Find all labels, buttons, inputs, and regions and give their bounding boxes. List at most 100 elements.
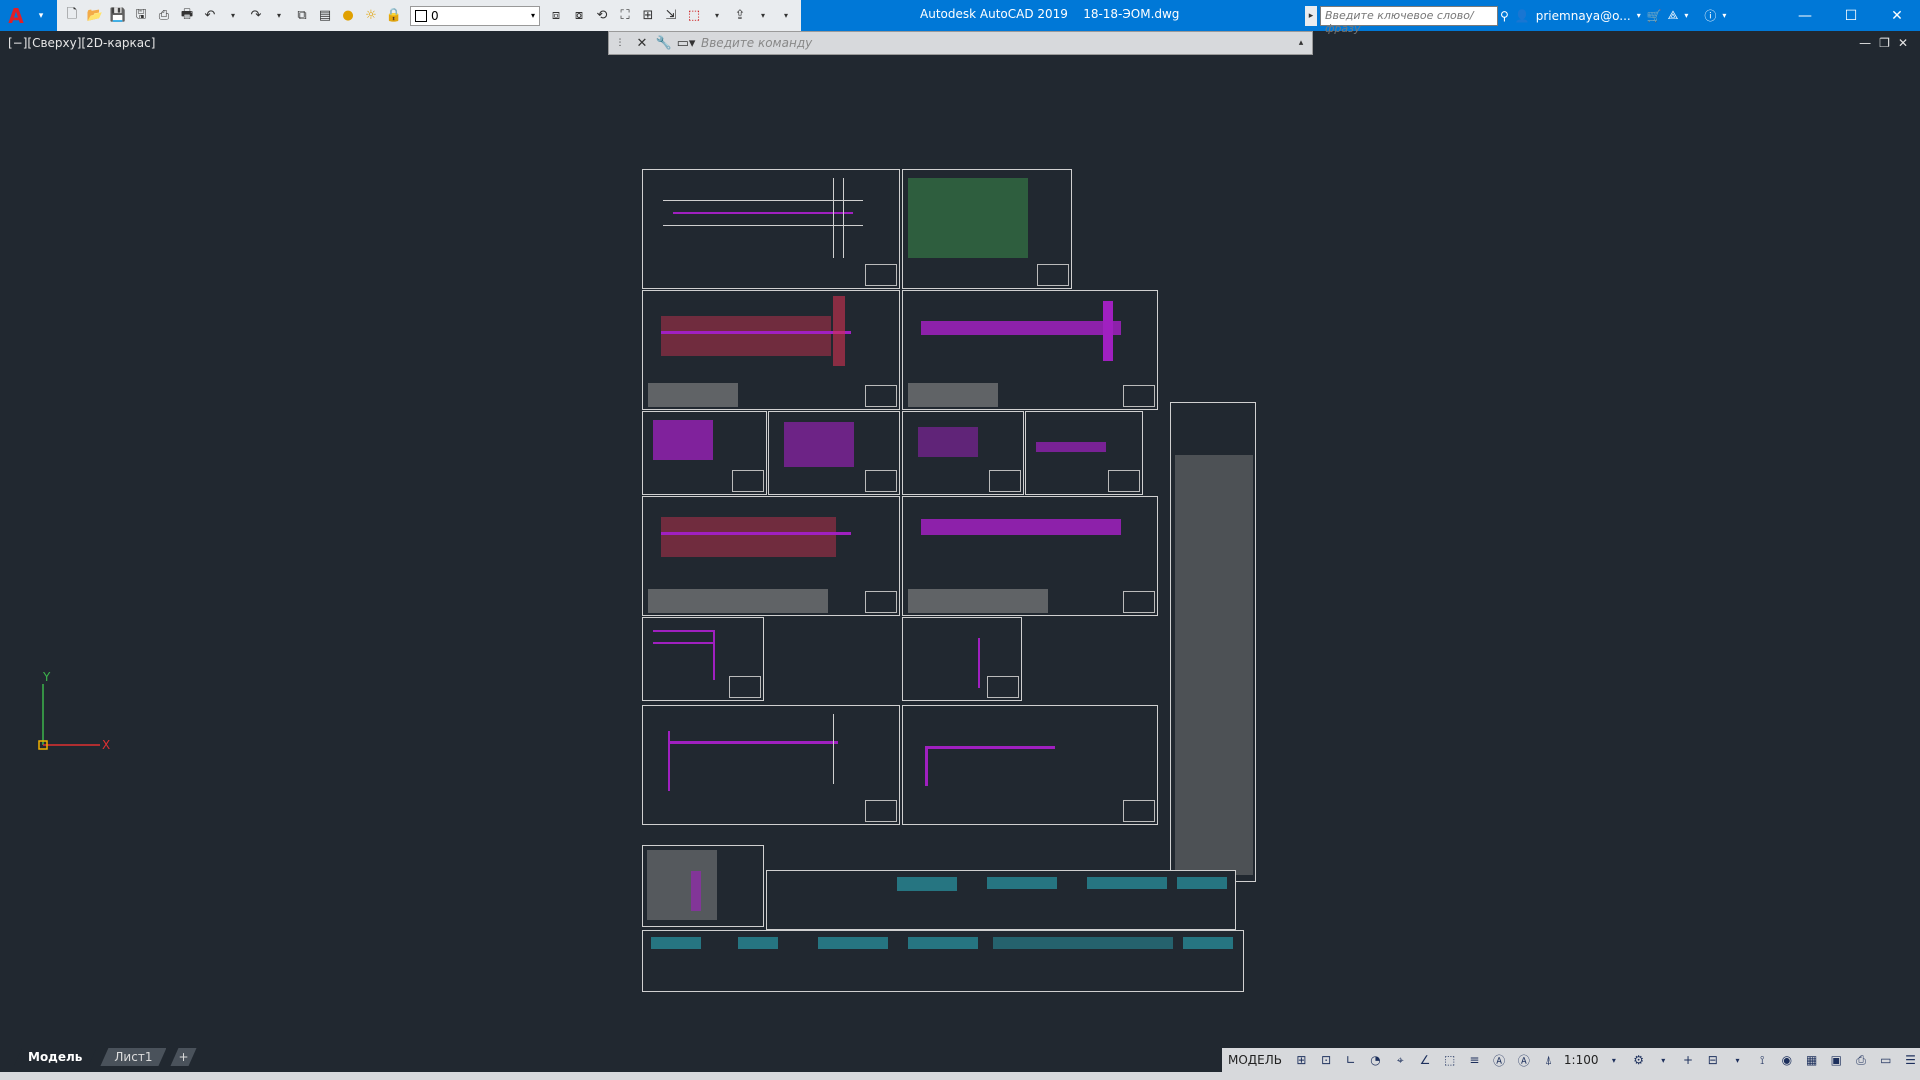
chevron-down-icon[interactable]: ▾ <box>1637 11 1641 20</box>
drawing-sheet <box>766 870 1236 930</box>
pdf-dropdown-icon[interactable]: ▾ <box>706 5 728 27</box>
chevron-down-icon[interactable]: ▾ <box>1605 1050 1624 1070</box>
maximize-button[interactable]: ☐ <box>1828 0 1874 31</box>
isodraft-icon[interactable]: ⬚ <box>1440 1050 1459 1070</box>
viewport-restore-button[interactable]: ❐ <box>1879 36 1890 50</box>
exchange-icon[interactable]: ⟁ <box>1668 8 1679 23</box>
zoom-extents-icon[interactable]: ⛶ <box>614 5 636 27</box>
bulb-icon[interactable]: ● <box>337 5 359 27</box>
gear-icon[interactable]: ⚙ <box>1629 1050 1648 1070</box>
pdf-export-icon[interactable]: ⬚ <box>683 5 705 27</box>
add-layout-button[interactable]: + <box>170 1048 196 1066</box>
redo-icon[interactable]: ↷ <box>245 5 267 27</box>
drawing-sheet <box>642 617 764 701</box>
file-name: 18-18-ЭОМ.dwg <box>1083 7 1180 21</box>
viewport-minimize-button[interactable]: — <box>1859 36 1871 50</box>
layer-combo[interactable]: 0 ▾ <box>410 5 540 26</box>
viewport-controls-label[interactable]: [−][Сверху][2D-каркас] <box>8 36 155 50</box>
plot-icon[interactable]: 🖶 <box>176 5 198 27</box>
ortho-icon[interactable]: ∟ <box>1341 1050 1360 1070</box>
layer-icon[interactable]: ▤ <box>314 5 336 27</box>
help-icon[interactable]: ⓘ <box>1704 7 1716 24</box>
drawing-sheet <box>902 290 1158 410</box>
search-input[interactable]: Введите ключевое слово/фразу <box>1320 6 1498 35</box>
match-icon[interactable]: ⧉ <box>291 5 313 27</box>
chevron-down-icon[interactable]: ▾ <box>1684 11 1688 20</box>
app-menu-dropdown-icon[interactable]: ▾ <box>29 4 53 28</box>
share-dropdown-icon[interactable]: ▾ <box>752 5 774 27</box>
status-bar-strip <box>0 1072 1920 1080</box>
crosshair-icon[interactable]: + <box>1679 1050 1698 1070</box>
autoscale-icon[interactable]: Ⓐ <box>1514 1050 1533 1070</box>
window-title: Autodesk AutoCAD 2019 18-18-ЭОМ.dwg <box>920 7 1179 21</box>
lock-icon[interactable]: 🔒 <box>383 5 405 27</box>
undo-icon[interactable]: ↶ <box>199 5 221 27</box>
layer-previous-icon[interactable]: ⟲ <box>591 5 613 27</box>
command-line: ⋮ ✕ 🔧 ▭▾ Введите команду ▴ <box>608 31 1313 55</box>
chevron-down-icon[interactable]: ▾ <box>1722 11 1726 20</box>
save-icon[interactable]: 💾 <box>107 5 129 27</box>
publish-icon[interactable]: ⎙ <box>153 5 175 27</box>
command-input[interactable]: Введите команду <box>697 36 1290 50</box>
tab-model[interactable]: Модель <box>14 1048 96 1066</box>
graphics-performance-icon[interactable]: ▦ <box>1802 1050 1821 1070</box>
cart-icon[interactable]: 🛒 <box>1647 9 1662 23</box>
polar-icon[interactable]: ◔ <box>1366 1050 1385 1070</box>
status-bar: МОДЕЛЬ ⊞ ⊡ ∟ ◔ ⌖ ∠ ⬚ ≡ Ⓐ Ⓐ ⍋ 1:100 ▾ ⚙ ▾… <box>1222 1048 1920 1072</box>
customize-qa-icon[interactable]: ▾ <box>775 5 797 27</box>
viewport-close-button[interactable]: ✕ <box>1898 36 1908 50</box>
clean-screen-icon[interactable]: ▣ <box>1827 1050 1846 1070</box>
grip-icon[interactable]: ⋮ <box>609 32 631 54</box>
quick-props-icon[interactable]: ⟟ <box>1753 1050 1772 1070</box>
viewport-window-controls: — ❐ ✕ <box>1859 36 1908 50</box>
chevron-down-icon[interactable]: ▾ <box>1654 1050 1673 1070</box>
window-icon[interactable]: ▭ <box>1876 1050 1895 1070</box>
app-menu-button[interactable]: A <box>4 4 28 28</box>
sun-icon[interactable]: ☼ <box>360 5 382 27</box>
layer-props-icon[interactable]: ⧈ <box>545 5 567 27</box>
osnap-icon[interactable]: ⌖ <box>1391 1050 1410 1070</box>
new-icon[interactable]: 🗋 <box>61 5 83 27</box>
drawing-sheet <box>642 169 900 289</box>
command-history-icon[interactable]: ▴ <box>1290 32 1312 54</box>
annotation-scale-value[interactable]: 1:100 <box>1564 1053 1599 1067</box>
units-icon[interactable]: ⊟ <box>1703 1050 1722 1070</box>
close-icon[interactable]: ✕ <box>631 32 653 54</box>
binoculars-icon[interactable]: ⚲ <box>1500 9 1509 23</box>
share-icon[interactable]: ⇪ <box>729 5 751 27</box>
undo-dropdown-icon[interactable]: ▾ <box>222 5 244 27</box>
drawing-sheet <box>642 411 767 495</box>
customize-icon[interactable]: 🔧 <box>653 32 675 54</box>
import-icon[interactable]: ⇲ <box>660 5 682 27</box>
drawing-sheet <box>902 617 1022 701</box>
grid-icon[interactable]: ⊞ <box>1292 1050 1311 1070</box>
otrack-icon[interactable]: ∠ <box>1416 1050 1435 1070</box>
minimize-button[interactable]: — <box>1782 0 1828 31</box>
save-as-icon[interactable]: 🖫 <box>130 5 152 27</box>
lineweight-icon[interactable]: ≡ <box>1465 1050 1484 1070</box>
open-icon[interactable]: 📂 <box>84 5 106 27</box>
user-name[interactable]: priemnaya@o... <box>1536 9 1631 23</box>
drawing-sheet <box>642 496 900 616</box>
annotation-scale-icon[interactable]: ⍋ <box>1539 1050 1558 1070</box>
snap-icon[interactable]: ⊡ <box>1317 1050 1336 1070</box>
chevron-down-icon[interactable]: ▾ <box>1728 1050 1747 1070</box>
drawing-sheet <box>902 169 1072 289</box>
search-expand-icon[interactable]: ▸ <box>1305 6 1317 26</box>
layer-match-icon[interactable]: ⧇ <box>568 5 590 27</box>
model-space-button[interactable]: МОДЕЛЬ <box>1228 1053 1282 1067</box>
recent-commands-icon[interactable]: ▭▾ <box>675 32 697 54</box>
quick-access-toolbar: A ▾ <box>0 0 57 31</box>
drawing-sheet <box>1170 402 1256 882</box>
tab-layout1[interactable]: Лист1 <box>100 1048 166 1066</box>
user-icon[interactable]: 👤 <box>1515 9 1530 23</box>
isolate-icon[interactable]: ◉ <box>1778 1050 1797 1070</box>
redo-dropdown-icon[interactable]: ▾ <box>268 5 290 27</box>
annotation-visibility-icon[interactable]: Ⓐ <box>1490 1050 1509 1070</box>
plot-icon[interactable]: ⎙ <box>1852 1050 1871 1070</box>
drawing-canvas[interactable] <box>0 55 1920 1045</box>
zoom-window-icon[interactable]: ⊞ <box>637 5 659 27</box>
close-button[interactable]: ✕ <box>1874 0 1920 31</box>
customize-menu-icon[interactable]: ☰ <box>1901 1050 1920 1070</box>
drawing-sheet <box>642 705 900 825</box>
